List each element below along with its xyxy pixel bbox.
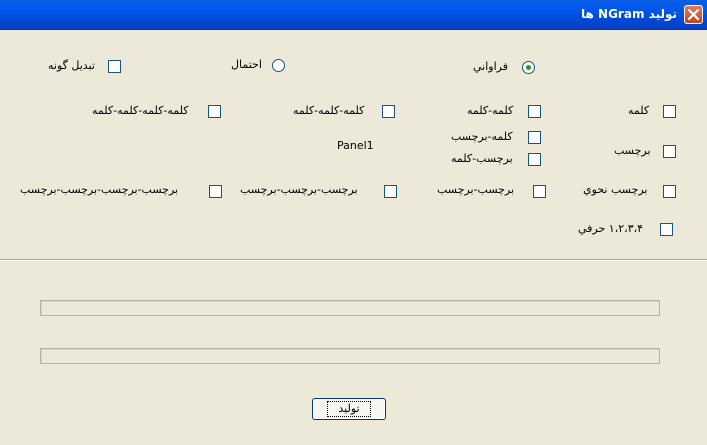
freq-label: فراواني [473,60,508,73]
tag4-label: برچسب-برچسب-برچسب-برچسب [20,183,179,196]
close-icon [687,8,700,21]
tag-nahvi-checkbox[interactable] [663,185,676,198]
kalame4-label: کلمه-کلمه-کلمه-کلمه [92,104,189,117]
kalame-tag-label: کلمه-برچسب [451,130,513,143]
kalame2-checkbox[interactable] [528,105,541,118]
tag-checkbox[interactable] [663,145,676,158]
generate-button[interactable]: تولید [312,398,386,420]
kalame-checkbox[interactable] [663,105,676,118]
panel1-label: Panel1 [337,139,374,152]
tag2-checkbox[interactable] [533,185,546,198]
tag2-label: برچسب-برچسب [437,183,515,196]
progress-bar-1 [40,300,660,316]
kalame3-label: کلمه-کلمه-کلمه [293,104,365,117]
convert-label: تبدیل گونه [48,59,95,72]
window-title: تولید NGram ها [581,7,677,21]
tag-kalame-label: برچسب-کلمه [451,152,513,165]
title-bar: تولید NGram ها [0,0,707,30]
prob-radio[interactable] [272,59,285,72]
kalame2-label: کلمه-کلمه [467,104,514,117]
tag-label: برچسب [614,144,651,157]
kalame-label: کلمه [628,104,650,117]
progress-bar-2 [40,348,660,364]
close-button[interactable] [684,5,703,24]
tag-nahvi-label: برچسب نحوي [583,183,648,196]
kalame4-checkbox[interactable] [208,105,221,118]
divider [0,259,707,261]
tag4-checkbox[interactable] [209,185,222,198]
kalame3-checkbox[interactable] [382,105,395,118]
generate-button-label: تولید [327,401,371,417]
kalame-tag-checkbox[interactable] [528,131,541,144]
freq-radio[interactable] [522,61,535,74]
tag3-checkbox[interactable] [384,185,397,198]
convert-checkbox[interactable] [108,60,121,73]
char-checkbox[interactable] [660,223,673,236]
char-label: ۱،۲،۳،۴ حرفي [578,222,644,235]
tag-kalame-checkbox[interactable] [528,153,541,166]
tag3-label: برچسب-برچسب-برچسب [240,183,358,196]
prob-label: احتمال [231,58,262,71]
